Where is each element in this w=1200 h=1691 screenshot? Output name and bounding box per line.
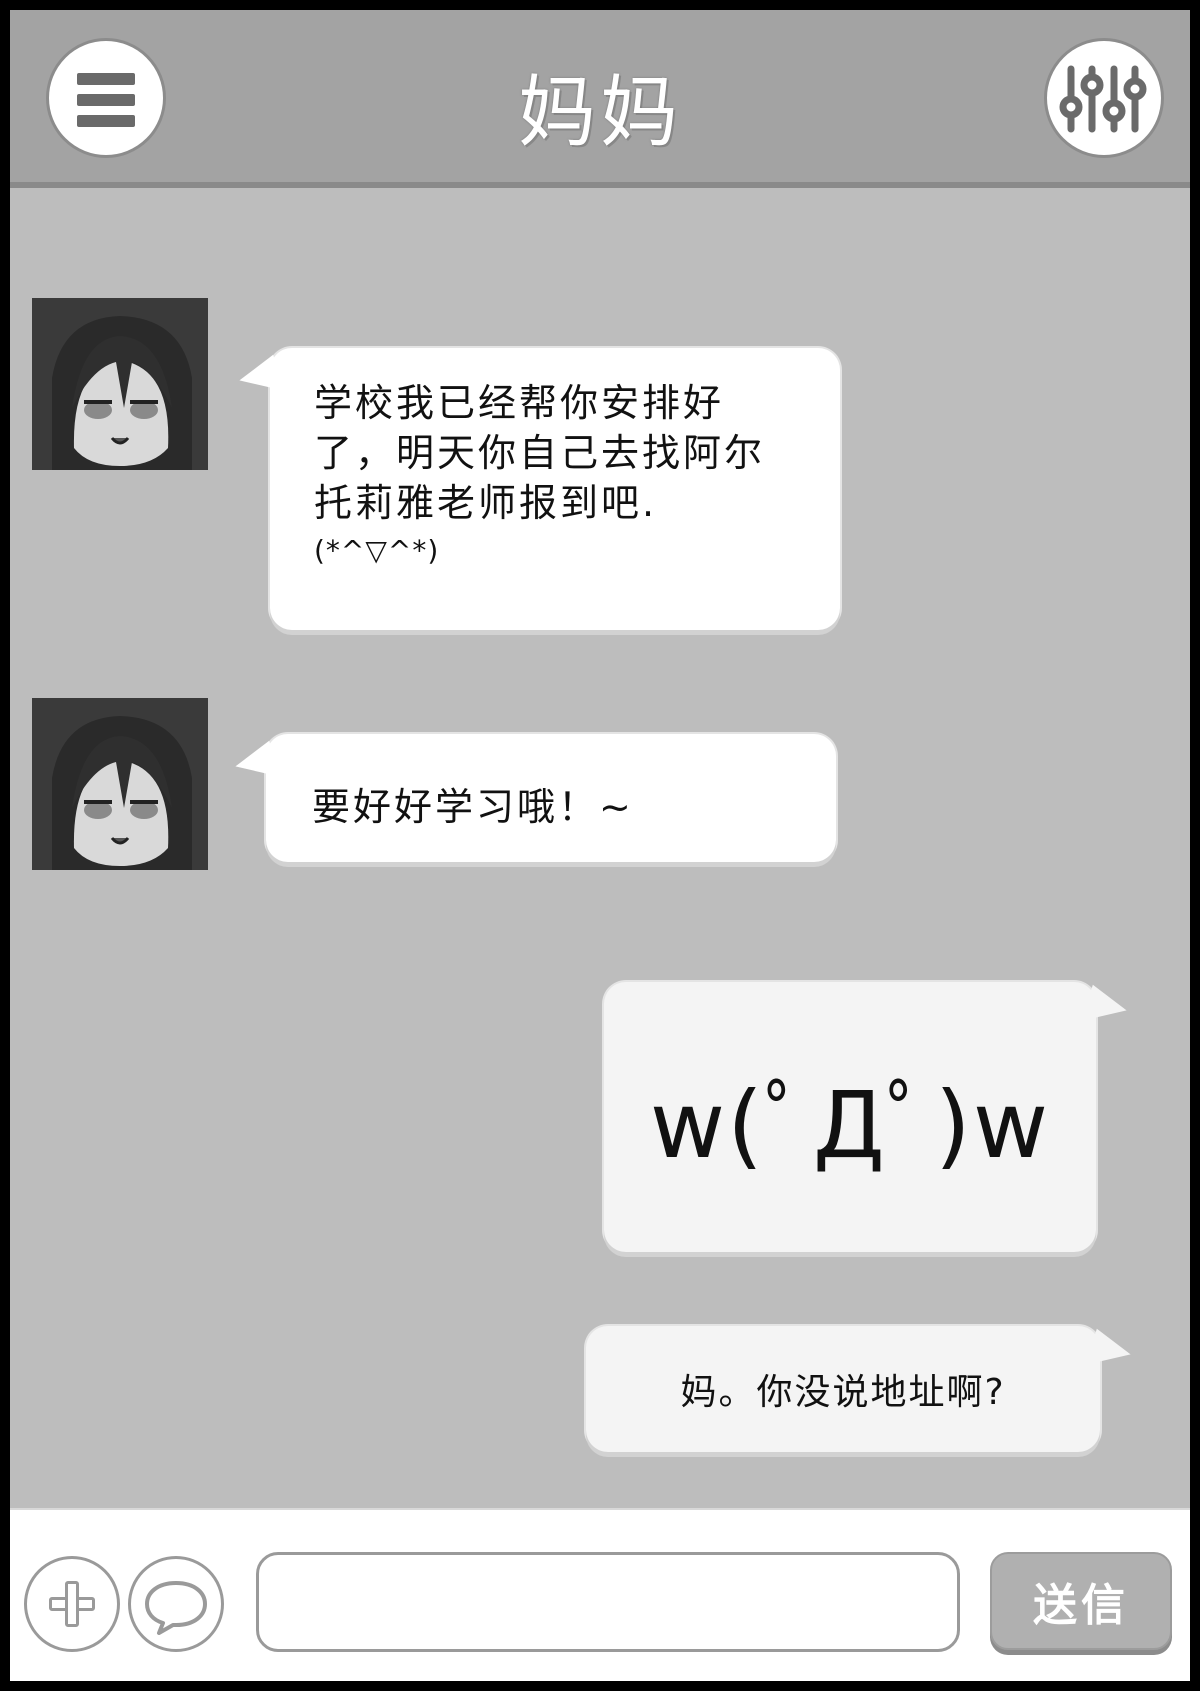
equalizer-sliders-icon bbox=[1059, 65, 1147, 133]
message-text: 妈。你没说地址啊? bbox=[680, 1372, 1006, 1413]
contact-name-title: 妈妈 bbox=[517, 68, 682, 158]
message-text: w(ﾟДﾟ)w bbox=[649, 1071, 1051, 1179]
chat-screen: 妈妈 学校我已经帮你安排好了，明天你自己去找阿尔托莉雅老师报到吧. (*^▽^*… bbox=[0, 0, 1200, 1691]
speech-bubble-icon bbox=[145, 1581, 207, 1635]
chat-header: 妈妈 bbox=[10, 10, 1190, 188]
incoming-message-bubble[interactable]: 学校我已经帮你安排好了，明天你自己去找阿尔托莉雅老师报到吧. (*^▽^*) bbox=[235, 348, 840, 630]
message-text: 要好好学习哦！~ bbox=[312, 785, 634, 829]
avatar-image bbox=[32, 298, 208, 470]
contact-avatar[interactable] bbox=[32, 698, 208, 870]
emoji-button[interactable] bbox=[128, 1556, 224, 1652]
outgoing-message-bubble[interactable]: 妈。你没说地址啊? bbox=[586, 1326, 1135, 1452]
message-input-bar: 送信 bbox=[10, 1508, 1190, 1681]
outgoing-message-bubble[interactable]: w(ﾟДﾟ)w bbox=[604, 982, 1131, 1252]
add-attachment-button[interactable] bbox=[24, 1556, 120, 1652]
message-emoticon: (*^▽^*) bbox=[314, 534, 440, 567]
message-text: 学校我已经帮你安排好了，明天你自己去找阿尔托莉雅老师报到吧. bbox=[314, 381, 766, 525]
message-input[interactable] bbox=[256, 1552, 960, 1652]
send-button[interactable]: 送信 bbox=[990, 1552, 1172, 1650]
settings-button[interactable] bbox=[1044, 38, 1164, 158]
contact-avatar[interactable] bbox=[32, 298, 208, 470]
avatar-image bbox=[32, 698, 208, 870]
incoming-message-bubble[interactable]: 要好好学习哦！~ bbox=[231, 734, 836, 862]
